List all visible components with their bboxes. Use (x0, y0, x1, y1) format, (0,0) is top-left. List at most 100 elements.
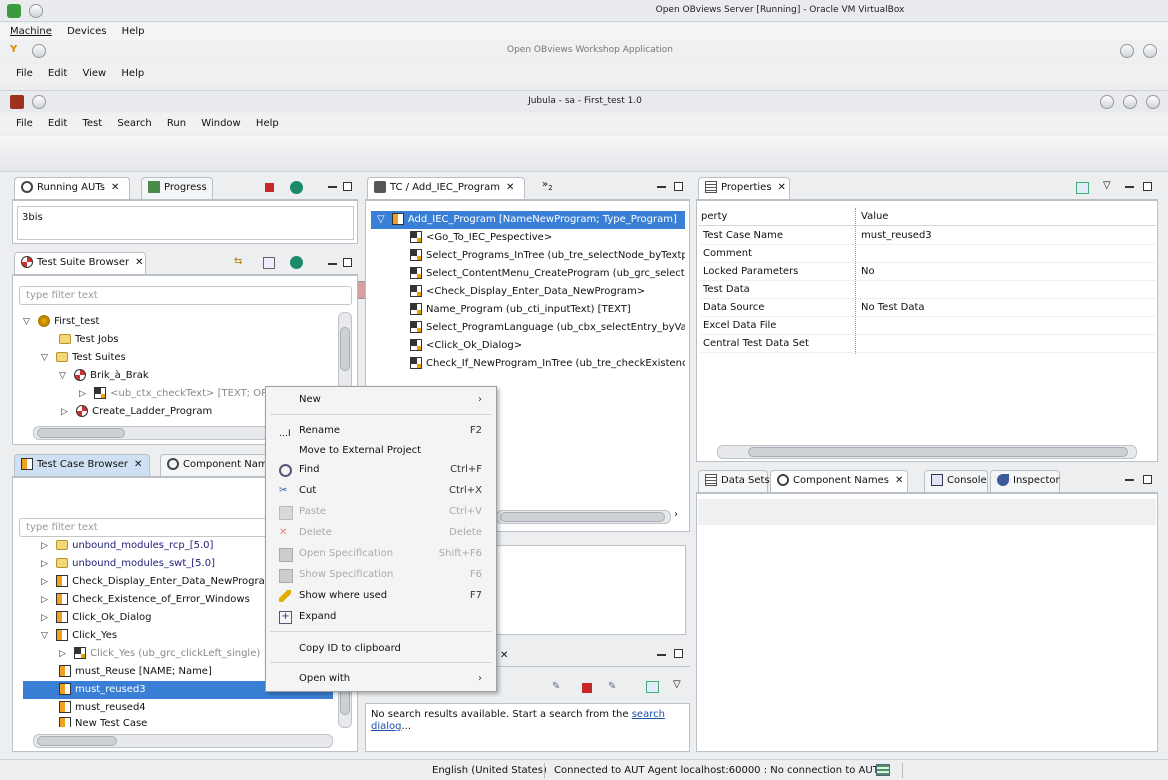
jubula-menu-edit[interactable]: Edit (48, 118, 67, 129)
workshop-menu-file[interactable]: File (16, 68, 33, 79)
tab-inspector[interactable]: Inspector (990, 470, 1060, 492)
run-suite-icon[interactable] (290, 256, 303, 269)
stop-aut-icon[interactable] (265, 183, 274, 192)
chevron-right-icon[interactable]: ▷ (41, 613, 48, 623)
tree-item-click-yes-step[interactable]: ▷ Click_Yes (ub_grc_clickLeft_single) (59, 645, 260, 663)
value-column-header[interactable]: Value (861, 208, 888, 226)
more-tabs-button[interactable]: »2 (542, 179, 553, 192)
list-item[interactable]: <Go_To_IEC_Pespective> (410, 229, 685, 247)
menu-item-new[interactable]: New › (266, 391, 496, 409)
menu-item-show-where-used[interactable]: Show where used F7 (266, 587, 496, 605)
list-item[interactable]: Name_Program (ub_cti_inputText) [TEXT] (410, 301, 685, 319)
property-row-excel-data-file[interactable]: Excel Data File (700, 317, 1155, 335)
maximize-icon[interactable] (343, 258, 352, 267)
tree-item-must-reused4[interactable]: must_reused4 (59, 699, 146, 717)
tab-data-sets[interactable]: Data Sets (698, 470, 770, 492)
list-item[interactable]: Select_ProgramLanguage (ub_cbx_selectEnt… (410, 319, 685, 337)
menu-item-cut[interactable]: ✂ Cut Ctrl+X (266, 482, 496, 500)
jubula-menu-search[interactable]: Search (117, 118, 151, 129)
vbox-window-button[interactable] (29, 4, 43, 18)
minimize-icon[interactable] (328, 263, 337, 265)
tab-test-case-browser[interactable]: Test Case Browser ✕ (14, 454, 150, 476)
close-icon[interactable]: ✕ (895, 475, 903, 486)
menu-item-move-to-external-project[interactable]: Move to External Project (266, 442, 496, 460)
tree-item-must-reuse[interactable]: must_Reuse [NAME; Name] (59, 663, 212, 681)
chevron-down-icon[interactable]: ▽ (41, 353, 48, 363)
workshop-menu-edit[interactable]: Edit (48, 68, 67, 79)
jubula-menu-file[interactable]: File (16, 118, 33, 129)
tree-item-first-test[interactable]: ▽ First_test (23, 313, 99, 331)
menu-item-show-specification[interactable]: Show Specification F6 (266, 566, 496, 584)
tree-item-ub-ctx-checktext[interactable]: ▷ <ub_ctx_checkText> [TEXT; OP... (79, 385, 275, 403)
tree-item-check-existence[interactable]: ▷ Check_Existence_of_Error_Windows (41, 591, 250, 609)
chevron-right-icon[interactable]: › (674, 509, 678, 520)
chevron-right-icon[interactable]: ▷ (79, 389, 86, 399)
chevron-down-icon[interactable]: ▽ (377, 214, 385, 225)
pin-icon[interactable] (646, 681, 659, 693)
workshop-menu-help[interactable]: Help (121, 68, 144, 79)
vbox-menu-devices[interactable]: Devices (67, 26, 106, 37)
pin-icon[interactable] (1076, 182, 1089, 194)
tab-component-names[interactable]: Component Names ✕ (770, 470, 908, 492)
tree-item-click-yes[interactable]: ▽ Click_Yes (41, 627, 117, 645)
jubula-minimize-button[interactable] (1100, 95, 1114, 109)
jubula-menu-run[interactable]: Run (167, 118, 186, 129)
tree-item-click-ok-dialog[interactable]: ▷ Click_Ok_Dialog (41, 609, 151, 627)
chevron-right-icon[interactable]: ▷ (41, 577, 48, 587)
tab-console[interactable]: Console (924, 470, 988, 492)
collapse-all-icon[interactable] (263, 257, 275, 269)
workshop-menu-view[interactable]: View (82, 68, 106, 79)
scrollbar-thumb[interactable] (37, 428, 125, 438)
minimize-icon[interactable] (328, 186, 337, 188)
scrollbar-thumb[interactable] (500, 512, 665, 522)
jubula-maximize-button[interactable] (1123, 95, 1137, 109)
chevron-right-icon[interactable]: ▷ (41, 595, 48, 605)
tab-properties[interactable]: Properties ✕ (698, 177, 790, 199)
tree-item-brik-a-brak[interactable]: ▽ Brik_à_Brak (59, 367, 149, 385)
close-icon[interactable]: ✕ (506, 182, 514, 193)
property-row-central-test-data-set[interactable]: Central Test Data Set (700, 335, 1155, 353)
jubula-menu-help[interactable]: Help (256, 118, 279, 129)
chevron-right-icon[interactable]: ▷ (41, 541, 48, 551)
horizontal-scrollbar[interactable] (496, 510, 671, 524)
tree-item-create-ladder-program[interactable]: ▷ Create_Ladder_Program (61, 403, 212, 421)
chevron-right-icon[interactable]: ▷ (61, 407, 68, 417)
menu-item-find[interactable]: Find Ctrl+F (266, 461, 496, 479)
menu-item-expand[interactable]: + Expand (266, 608, 496, 626)
jubula-menu-test[interactable]: Test (82, 118, 102, 129)
close-icon[interactable]: ✕ (135, 257, 143, 268)
list-item[interactable]: Select_ContentMenu_CreateProgram (ub_grc… (410, 265, 685, 283)
property-row-comment[interactable]: Comment (700, 245, 1155, 263)
chevron-right-icon[interactable]: ▷ (41, 559, 48, 569)
minimize-icon[interactable] (657, 186, 666, 188)
tree-item-add-iec-program[interactable]: ▽ Add_IEC_Program [NameNewProgram; Type_… (371, 211, 685, 229)
jubula-window-button[interactable] (32, 95, 46, 109)
menu-item-paste[interactable]: Paste Ctrl+V (266, 503, 496, 521)
minimize-icon[interactable] (657, 654, 666, 656)
stop-search-icon[interactable] (582, 683, 592, 693)
list-item[interactable]: <Click_Ok_Dialog> (410, 337, 685, 355)
property-row-data-source[interactable]: Data Source No Test Data (700, 299, 1155, 317)
list-item[interactable]: 3bis (22, 209, 43, 227)
link-editor-icon[interactable]: ⇆ (234, 256, 248, 270)
menu-item-open-with[interactable]: Open with › (266, 670, 496, 688)
scrollbar-thumb[interactable] (37, 736, 117, 746)
start-aut-icon[interactable] (290, 181, 303, 194)
property-row-test-data[interactable]: Test Data (700, 281, 1155, 299)
list-item[interactable]: <Check_Display_Enter_Data_NewProgram> (410, 283, 685, 301)
view-menu-icon[interactable]: ▽ (1103, 180, 1111, 191)
menu-item-delete[interactable]: ✕ Delete Delete (266, 524, 496, 542)
chevron-down-icon[interactable]: ▽ (23, 317, 30, 327)
jubula-close-button[interactable] (1146, 95, 1160, 109)
tree-item-unbound-swt[interactable]: ▷ unbound_modules_swt_[5.0] (41, 555, 215, 573)
suite-filter-input[interactable]: type filter text (19, 286, 352, 305)
scrollbar-thumb[interactable] (340, 327, 350, 371)
property-column-header[interactable]: perty (701, 208, 727, 226)
close-icon[interactable]: ✕ (134, 459, 142, 470)
workshop-maximize-button[interactable] (1143, 44, 1157, 58)
menu-item-rename[interactable]: …I Rename F2 (266, 422, 496, 440)
tab-running-auts[interactable]: Running AUTs ✕ (14, 177, 130, 199)
jubula-menu-window[interactable]: Window (201, 118, 240, 129)
tab-component-names-browser[interactable]: Component Nam (160, 454, 270, 476)
tab-test-suite-browser[interactable]: Test Suite Browser ✕ (14, 252, 146, 274)
